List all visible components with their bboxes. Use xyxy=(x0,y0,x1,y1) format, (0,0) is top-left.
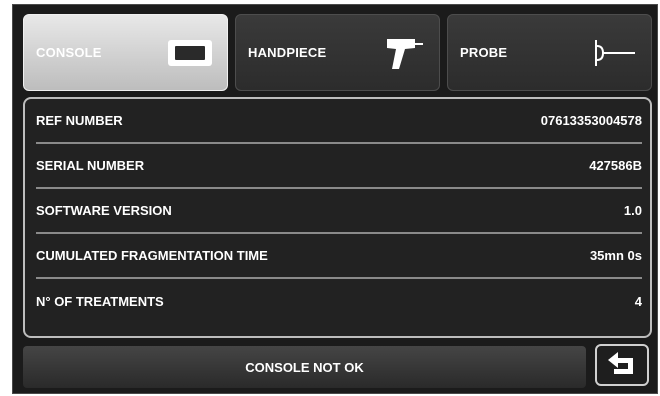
info-label: SERIAL NUMBER xyxy=(36,158,145,173)
probe-icon xyxy=(593,38,637,68)
info-label: REF NUMBER xyxy=(36,113,123,128)
info-value: 07613353004578 xyxy=(540,113,642,128)
console-icon xyxy=(167,39,213,67)
status-bar: CONSOLE NOT OK xyxy=(23,346,586,388)
info-row-serial-number: SERIAL NUMBER 427586B xyxy=(36,144,642,189)
tab-console-label: CONSOLE xyxy=(36,45,102,60)
info-label: SOFTWARE VERSION xyxy=(36,203,172,218)
info-value: 1.0 xyxy=(623,203,642,218)
info-row-treatments: N° OF TREATMENTS 4 xyxy=(36,279,642,324)
back-button[interactable] xyxy=(595,344,649,386)
tab-handpiece-label: HANDPIECE xyxy=(248,45,327,60)
back-arrow-icon xyxy=(606,350,638,381)
tab-probe[interactable]: PROBE xyxy=(447,14,652,91)
info-label: N° OF TREATMENTS xyxy=(36,294,164,309)
tab-handpiece[interactable]: HANDPIECE xyxy=(235,14,440,91)
info-label: CUMULATED FRAGMENTATION TIME xyxy=(36,248,268,263)
device-screen: CONSOLE HANDPIECE PROBE REF NUMBER 07613… xyxy=(12,4,658,394)
tab-console[interactable]: CONSOLE xyxy=(23,14,228,91)
info-value: 427586B xyxy=(589,158,642,173)
handpiece-icon xyxy=(385,35,425,71)
info-row-software-version: SOFTWARE VERSION 1.0 xyxy=(36,189,642,234)
status-text: CONSOLE NOT OK xyxy=(245,359,364,375)
info-panel: REF NUMBER 07613353004578 SERIAL NUMBER … xyxy=(23,97,652,338)
info-value: 4 xyxy=(634,294,642,309)
tab-probe-label: PROBE xyxy=(460,45,508,60)
info-value: 35mn 0s xyxy=(589,248,642,263)
info-row-ref-number: REF NUMBER 07613353004578 xyxy=(36,99,642,144)
info-row-fragmentation-time: CUMULATED FRAGMENTATION TIME 35mn 0s xyxy=(36,234,642,279)
